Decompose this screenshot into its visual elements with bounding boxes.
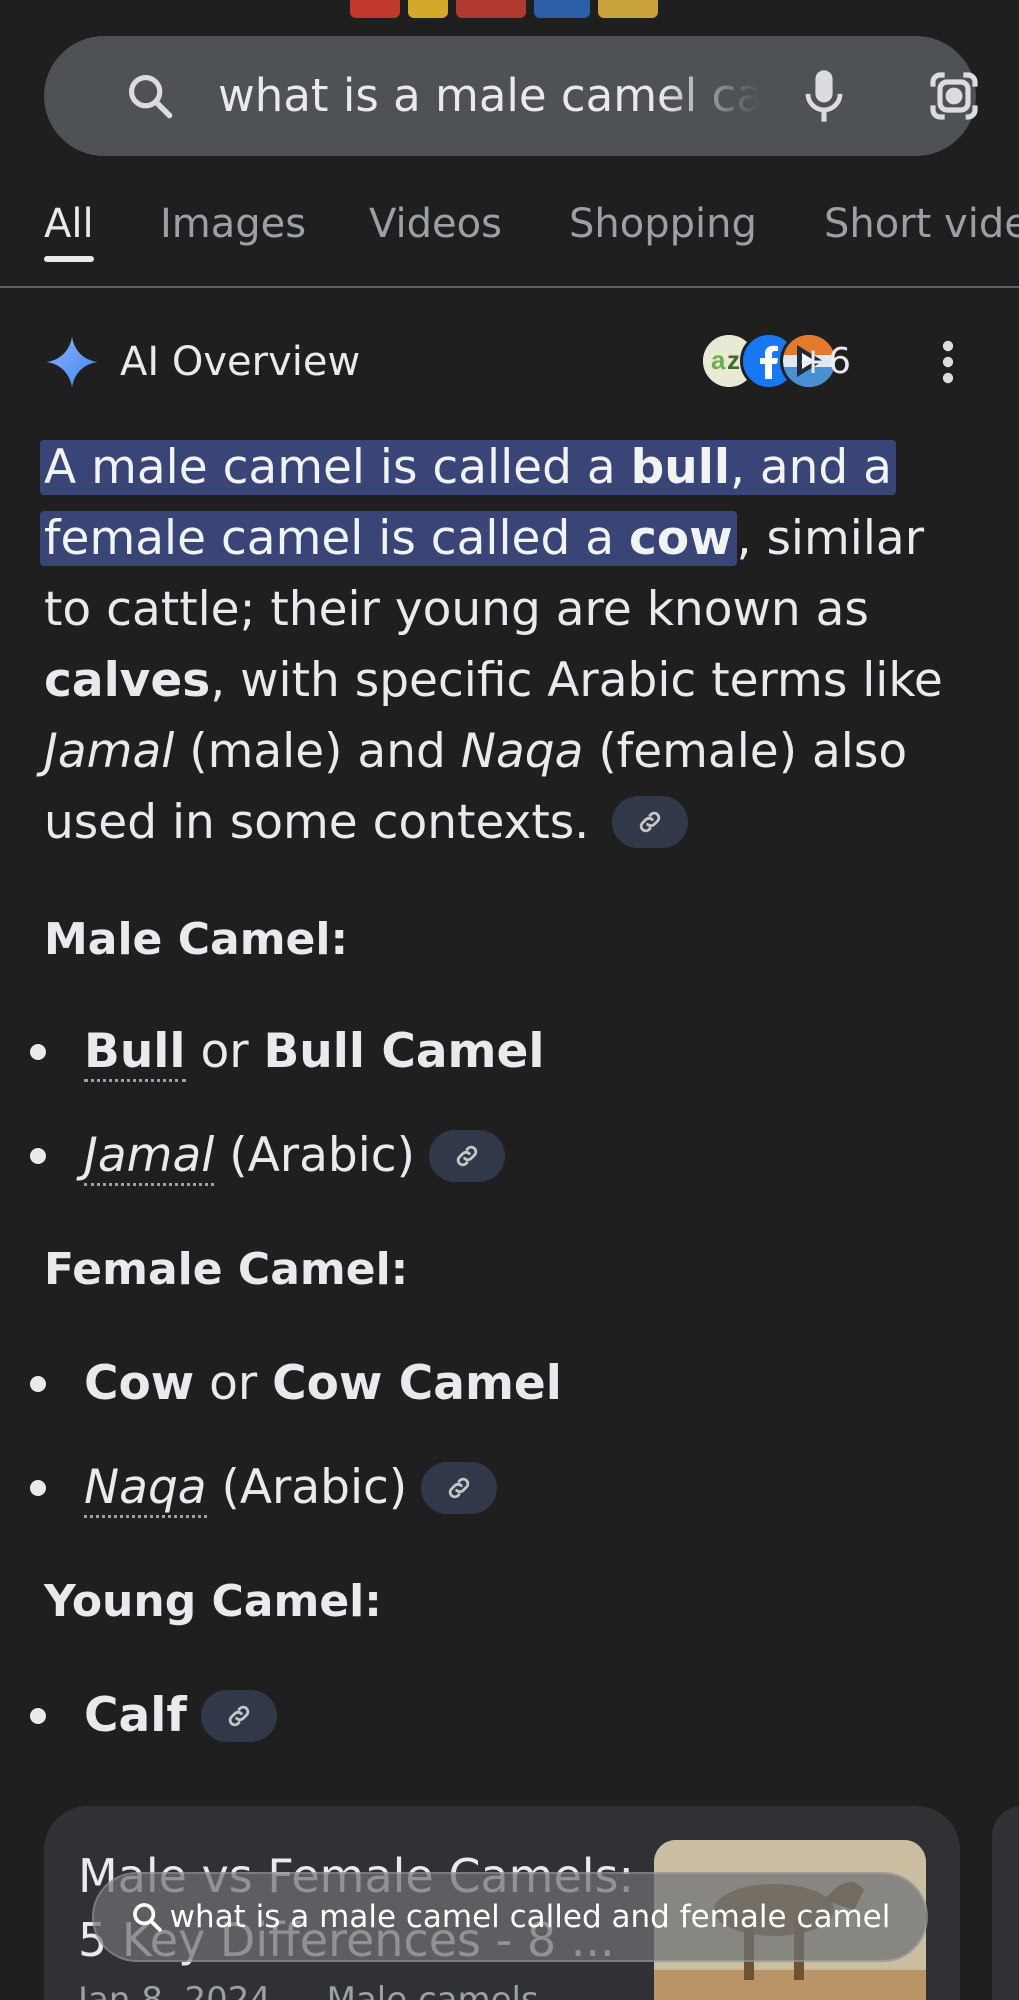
search-input[interactable]: what is a male camel call: [218, 66, 758, 126]
search-icon: [132, 1903, 162, 1932]
list-item: Bull or Bull Camel: [30, 1020, 545, 1084]
active-tab-indicator: [44, 256, 94, 262]
next-result-card[interactable]: [992, 1806, 1019, 2000]
list-item: Jamal (Arabic): [30, 1124, 505, 1188]
term-naqa[interactable]: Naqa: [84, 1460, 207, 1518]
male-camel-heading: Male Camel:: [44, 914, 349, 965]
bullet-icon: [30, 1480, 46, 1496]
list-item: Cow or Cow Camel: [30, 1352, 562, 1416]
bullet-text: Calf: [84, 1688, 187, 1743]
svg-text:a: a: [711, 345, 726, 375]
term-bull[interactable]: Bull: [84, 1024, 186, 1082]
source-link-chip[interactable]: [421, 1462, 498, 1514]
tab-videos[interactable]: Videos: [369, 196, 502, 252]
page: what is a male camel call All Images Vid…: [0, 0, 1019, 2000]
google-doodle-logo[interactable]: [350, 0, 670, 18]
list-item: Naqa (Arabic): [30, 1456, 498, 1520]
link-icon: [448, 1477, 470, 1499]
source-link-chip[interactable]: [428, 1130, 505, 1182]
term-jamal[interactable]: Jamal: [84, 1128, 215, 1186]
link-icon: [639, 811, 661, 832]
bullet-text: Cow or Cow Camel: [84, 1356, 562, 1411]
female-camel-heading: Female Camel:: [44, 1244, 409, 1295]
tab-all[interactable]: All: [44, 196, 94, 252]
highlighted-answer-line-1: A male camel is called a bull, and a: [40, 440, 896, 495]
bullet-text: Naqa (Arabic): [84, 1456, 407, 1520]
ai-overview-header: AI Overview a z +6: [44, 330, 984, 394]
highlighted-answer-line-2: female camel is called a cow: [40, 511, 737, 566]
floating-search-text[interactable]: what is a male camel called and female c…: [170, 1899, 891, 1935]
tabs-divider: [0, 286, 1019, 288]
bullet-icon: [30, 1708, 46, 1724]
source-link-chip[interactable]: [612, 795, 689, 848]
bullet-text: Bull or Bull Camel: [84, 1020, 545, 1084]
bullet-icon: [30, 1376, 46, 1392]
tab-shopping[interactable]: Shopping: [569, 196, 757, 252]
result-card-meta: Jan 8, 2024 — Male camels ...: [78, 1980, 582, 2000]
ai-overview-title: AI Overview: [120, 339, 361, 385]
more-options-icon[interactable]: [942, 338, 954, 386]
microphone-icon[interactable]: [798, 66, 850, 126]
tab-short-videos[interactable]: Short vide: [824, 196, 1019, 252]
svg-text:z: z: [727, 345, 740, 375]
source-link-chip[interactable]: [200, 1690, 277, 1742]
young-camel-heading: Young Camel:: [44, 1576, 382, 1627]
ai-overview-summary: A male camel is called a bull, and a fem…: [40, 432, 964, 858]
link-icon: [456, 1145, 478, 1167]
google-lens-icon[interactable]: [926, 68, 982, 124]
floating-search-pill[interactable]: what is a male camel called and female c…: [92, 1872, 928, 1962]
link-icon: [228, 1705, 250, 1727]
search-bar[interactable]: what is a male camel call: [44, 36, 978, 156]
bullet-icon: [30, 1148, 46, 1164]
search-icon[interactable]: [124, 70, 176, 122]
bullet-text: Jamal (Arabic): [84, 1124, 415, 1188]
bullet-icon: [30, 1044, 46, 1060]
tab-images[interactable]: Images: [160, 196, 306, 252]
gemini-sparkle-icon: [46, 336, 98, 388]
list-item: Calf: [30, 1684, 277, 1748]
search-tabs: All Images Videos Shopping Short vide: [0, 190, 1019, 286]
more-sources-count[interactable]: +6: [798, 340, 851, 384]
